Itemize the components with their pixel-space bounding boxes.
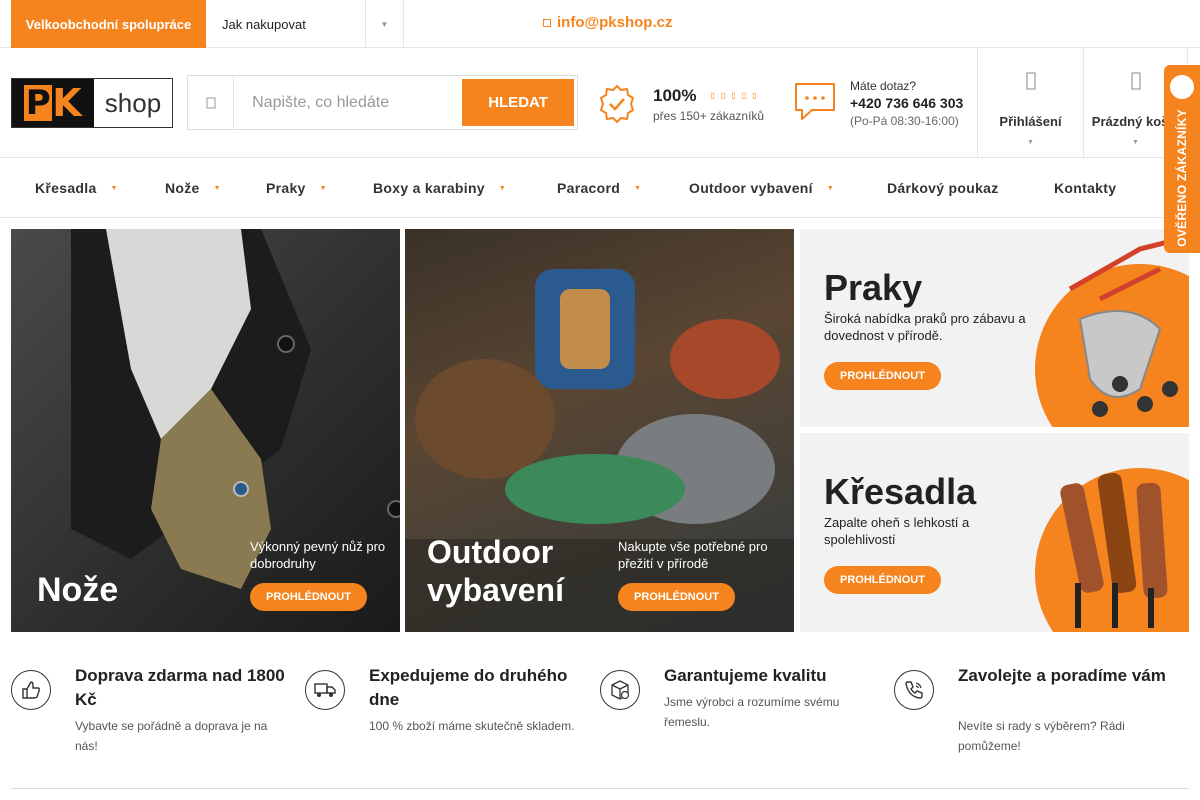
feature-title: Garantujeme kvalitu (664, 666, 827, 685)
feature-call-us: Zavolejte a poradíme vám Nevíte si rady … (894, 660, 1174, 760)
top-bar: Velkoobchodní spolupráce Jak nakupovat ▼… (0, 0, 1200, 48)
banner-kresadla-title: Křesadla (824, 471, 977, 512)
chevron-down-icon: ▼ (110, 184, 118, 192)
divider (11, 788, 1189, 789)
banner-kresadla-subtitle: Zapalte oheň s lehkostí a spolehlivostí (824, 515, 970, 547)
chevron-down-icon: ▼ (498, 184, 507, 192)
phone-icon (894, 670, 934, 710)
login-button[interactable]: Přihlášení ▼ (977, 48, 1083, 158)
email-link[interactable]: info@pkshop.cz (543, 14, 672, 31)
chevron-down-icon: ▼ (826, 184, 835, 192)
nav-item-paracord[interactable]: Paracord ▼ (557, 158, 641, 218)
feature-description: Nevíte si rady s výběrem? Rádi pomůžeme! (958, 719, 1125, 753)
delivery-truck-icon (305, 670, 345, 710)
contact-question: Máte dotaz? (850, 79, 917, 93)
banner-kresadla-button[interactable]: PROHLÉDNOUT (824, 566, 941, 594)
thumbs-up-icon (11, 670, 51, 710)
features-row: Doprava zdarma nad 1800 Kč Vybavte se po… (11, 660, 1189, 770)
verified-badge[interactable]: OVĚŘENO ZÁKAZNÍKY (1164, 65, 1200, 253)
chevron-down-icon: ▼ (213, 184, 221, 192)
nav-item-boxy-karabiny[interactable]: Boxy a karabiny ▼ (373, 158, 506, 218)
quality-box-icon (600, 670, 640, 710)
cart-icon (1131, 72, 1140, 90)
search-button[interactable]: HLEDAT (462, 79, 574, 126)
user-icon (1026, 72, 1035, 90)
email-text: info@pkshop.cz (557, 14, 673, 31)
nav-item-noze[interactable]: Nože ▼ (165, 158, 221, 218)
feature-description: 100 % zboží máme skutečně skladem. (369, 719, 575, 733)
feature-title: Zavolejte a poradíme vám (958, 666, 1166, 685)
star-icon: ▯ (710, 91, 715, 100)
feature-quality: Garantujeme kvalitu Jsme výrobci a rozum… (600, 660, 880, 760)
banner-praky-title: Praky (824, 267, 923, 308)
feature-title: Expedujeme do druhého dne (369, 666, 568, 709)
chevron-down-icon: ▼ (1132, 139, 1139, 146)
contact-phone[interactable]: +420 736 646 303 (850, 94, 963, 113)
feature-free-shipping: Doprava zdarma nad 1800 Kč Vybavte se po… (11, 660, 291, 760)
search-icon (188, 76, 235, 129)
rating-percent: 100% (653, 85, 697, 105)
chevron-down-icon: ▼ (1027, 139, 1034, 146)
star-icon: ▯ (741, 91, 747, 100)
banner-outdoor[interactable]: Outdoor vybavení Nakupte vše potřebné pr… (405, 229, 794, 632)
verified-seal-icon (1170, 75, 1194, 99)
banner-outdoor-subtitle: Nakupte vše potřebné pro přežití v příro… (618, 539, 768, 571)
feature-description: Vybavte se pořádně a doprava je na nás! (75, 719, 268, 753)
rating-block[interactable]: 100% ▯ ▯ ▯ ▯ ▯ přes 150+ zákazníků (596, 83, 764, 125)
star-icon: ▯ (731, 91, 736, 100)
check-badge-icon (599, 84, 635, 124)
banner-noze-button[interactable]: PROHLÉDNOUT (250, 583, 367, 611)
nav-item-kresadla[interactable]: Křesadla ▼ (35, 158, 118, 218)
rating-subtitle: přes 150+ zákazníků (653, 108, 765, 123)
banner-outdoor-button[interactable]: PROHLÉDNOUT (618, 583, 735, 611)
chevron-down-icon: ▼ (319, 184, 327, 192)
banner-kresadla[interactable]: Křesadla Zapalte oheň s lehkostí a spole… (800, 433, 1189, 632)
contact-block[interactable]: Máte dotaz? +420 736 646 303 (Po-Pá 08:3… (792, 78, 963, 129)
chevron-down-icon: ▼ (634, 184, 642, 192)
header: PK shop HLEDAT 100% ▯ ▯ ▯ ▯ ▯ (0, 48, 1200, 158)
nav-item-kontakty[interactable]: Kontakty (1054, 158, 1116, 218)
banner-noze-subtitle: Výkonný pevný nůž pro dobrodruhy (250, 539, 386, 571)
how-to-buy-dropdown[interactable]: Jak nakupovat (206, 0, 366, 48)
banner-praky-subtitle: Široká nabídka praků pro zábavu a dovedn… (824, 311, 1026, 343)
search-input[interactable] (234, 76, 460, 129)
login-label: Přihlášení (999, 114, 1062, 129)
chat-bubble-icon (795, 83, 835, 120)
main-navigation: Křesadla ▼ Nože ▼ Praky ▼ Boxy a karabiny ▼ … (0, 158, 1200, 218)
contact-hours: (Po-Pá 08:30-16:00) (850, 114, 959, 129)
nav-item-darkovy-poukaz[interactable]: Dárkový poukaz (887, 158, 999, 218)
verified-badge-text: OVĚŘENO ZÁKAZNÍKY (1175, 109, 1189, 247)
star-icon: ▯ (752, 91, 757, 100)
banner-praky-button[interactable]: PROHLÉDNOUT (824, 362, 941, 390)
nav-item-outdoor[interactable]: Outdoor vybavení ▼ (689, 158, 834, 218)
feature-shipping-speed: Expedujeme do druhého dne 100 % zboží má… (305, 660, 585, 760)
chevron-down-icon[interactable]: ▼ (366, 0, 404, 48)
envelope-icon (543, 18, 551, 27)
logo-word: shop (104, 87, 162, 118)
logo[interactable]: PK shop (11, 78, 173, 128)
nav-item-praky[interactable]: Praky ▼ (266, 158, 327, 218)
star-rating: ▯ ▯ ▯ ▯ ▯ (710, 91, 756, 100)
feature-description: Jsme výrobci a rozumíme svému řemeslu. (664, 695, 840, 729)
banner-praky[interactable]: Praky Široká nabídka praků pro zábavu a … (800, 229, 1189, 427)
banner-noze-title: Nože (37, 571, 119, 609)
feature-title: Doprava zdarma nad 1800 Kč (75, 666, 285, 709)
logo-mark: PK (12, 79, 94, 127)
banner-outdoor-title: Outdoor vybavení (427, 534, 564, 608)
banner-noze[interactable]: Výkonný pevný nůž pro dobrodruhy Nože PR… (11, 229, 400, 632)
star-icon: ▯ (720, 91, 726, 100)
search-form: HLEDAT (187, 75, 578, 130)
wholesale-link[interactable]: Velkoobchodní spolupráce (11, 0, 206, 48)
